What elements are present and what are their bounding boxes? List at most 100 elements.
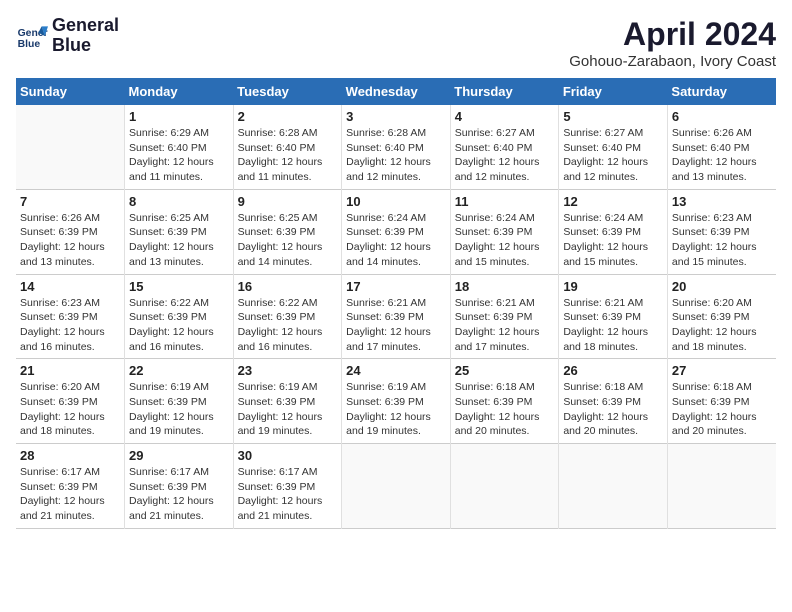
week-row-4: 21 Sunrise: 6:20 AMSunset: 6:39 PMDaylig… [16,359,776,444]
day-number: 3 [346,109,446,124]
day-cell: 4 Sunrise: 6:27 AMSunset: 6:40 PMDayligh… [450,105,559,189]
title-area: April 2024 Gohouo-Zarabaon, Ivory Coast [569,16,776,70]
logo-text: General Blue [52,16,119,56]
day-cell: 1 Sunrise: 6:29 AMSunset: 6:40 PMDayligh… [125,105,234,189]
day-info: Sunrise: 6:23 AMSunset: 6:39 PMDaylight:… [20,297,105,353]
day-cell: 21 Sunrise: 6:20 AMSunset: 6:39 PMDaylig… [16,359,125,444]
day-info: Sunrise: 6:20 AMSunset: 6:39 PMDaylight:… [672,297,757,353]
week-row-3: 14 Sunrise: 6:23 AMSunset: 6:39 PMDaylig… [16,274,776,359]
day-info: Sunrise: 6:19 AMSunset: 6:39 PMDaylight:… [129,381,214,437]
day-number: 19 [563,279,663,294]
logo-line1: General [52,16,119,36]
day-cell: 11 Sunrise: 6:24 AMSunset: 6:39 PMDaylig… [450,189,559,274]
day-number: 13 [672,194,772,209]
day-info: Sunrise: 6:22 AMSunset: 6:39 PMDaylight:… [129,297,214,353]
day-info: Sunrise: 6:26 AMSunset: 6:40 PMDaylight:… [672,127,757,183]
day-cell: 29 Sunrise: 6:17 AMSunset: 6:39 PMDaylig… [125,444,234,529]
day-cell: 17 Sunrise: 6:21 AMSunset: 6:39 PMDaylig… [342,274,451,359]
day-info: Sunrise: 6:25 AMSunset: 6:39 PMDaylight:… [238,212,323,268]
day-info: Sunrise: 6:17 AMSunset: 6:39 PMDaylight:… [20,466,105,522]
day-cell [559,444,668,529]
day-number: 23 [238,363,338,378]
day-number: 29 [129,448,229,463]
subtitle: Gohouo-Zarabaon, Ivory Coast [569,53,776,70]
day-cell: 25 Sunrise: 6:18 AMSunset: 6:39 PMDaylig… [450,359,559,444]
day-cell: 3 Sunrise: 6:28 AMSunset: 6:40 PMDayligh… [342,105,451,189]
day-number: 11 [455,194,555,209]
day-number: 26 [563,363,663,378]
col-header-friday: Friday [559,78,668,105]
day-info: Sunrise: 6:22 AMSunset: 6:39 PMDaylight:… [238,297,323,353]
col-header-monday: Monday [125,78,234,105]
day-number: 14 [20,279,120,294]
day-cell: 13 Sunrise: 6:23 AMSunset: 6:39 PMDaylig… [667,189,776,274]
day-number: 9 [238,194,338,209]
day-number: 28 [20,448,120,463]
day-cell [450,444,559,529]
day-number: 6 [672,109,772,124]
day-number: 22 [129,363,229,378]
day-number: 5 [563,109,663,124]
day-number: 25 [455,363,555,378]
svg-text:Blue: Blue [18,39,41,50]
day-cell: 19 Sunrise: 6:21 AMSunset: 6:39 PMDaylig… [559,274,668,359]
day-info: Sunrise: 6:20 AMSunset: 6:39 PMDaylight:… [20,381,105,437]
calendar-header: SundayMondayTuesdayWednesdayThursdayFrid… [16,78,776,105]
day-number: 30 [238,448,338,463]
day-number: 16 [238,279,338,294]
day-cell: 18 Sunrise: 6:21 AMSunset: 6:39 PMDaylig… [450,274,559,359]
logo: General Blue General Blue [16,16,119,56]
day-cell: 28 Sunrise: 6:17 AMSunset: 6:39 PMDaylig… [16,444,125,529]
day-cell: 22 Sunrise: 6:19 AMSunset: 6:39 PMDaylig… [125,359,234,444]
day-number: 4 [455,109,555,124]
day-info: Sunrise: 6:21 AMSunset: 6:39 PMDaylight:… [346,297,431,353]
day-info: Sunrise: 6:17 AMSunset: 6:39 PMDaylight:… [238,466,323,522]
day-info: Sunrise: 6:28 AMSunset: 6:40 PMDaylight:… [346,127,431,183]
day-number: 15 [129,279,229,294]
header: General Blue General Blue April 2024 Goh… [16,16,776,70]
day-info: Sunrise: 6:27 AMSunset: 6:40 PMDaylight:… [563,127,648,183]
day-cell: 14 Sunrise: 6:23 AMSunset: 6:39 PMDaylig… [16,274,125,359]
day-info: Sunrise: 6:26 AMSunset: 6:39 PMDaylight:… [20,212,105,268]
day-cell: 9 Sunrise: 6:25 AMSunset: 6:39 PMDayligh… [233,189,342,274]
day-cell: 24 Sunrise: 6:19 AMSunset: 6:39 PMDaylig… [342,359,451,444]
day-info: Sunrise: 6:24 AMSunset: 6:39 PMDaylight:… [563,212,648,268]
day-cell: 15 Sunrise: 6:22 AMSunset: 6:39 PMDaylig… [125,274,234,359]
col-header-thursday: Thursday [450,78,559,105]
day-cell: 7 Sunrise: 6:26 AMSunset: 6:39 PMDayligh… [16,189,125,274]
day-cell: 5 Sunrise: 6:27 AMSunset: 6:40 PMDayligh… [559,105,668,189]
day-info: Sunrise: 6:28 AMSunset: 6:40 PMDaylight:… [238,127,323,183]
day-cell: 16 Sunrise: 6:22 AMSunset: 6:39 PMDaylig… [233,274,342,359]
col-header-saturday: Saturday [667,78,776,105]
day-info: Sunrise: 6:21 AMSunset: 6:39 PMDaylight:… [563,297,648,353]
day-info: Sunrise: 6:19 AMSunset: 6:39 PMDaylight:… [238,381,323,437]
day-number: 17 [346,279,446,294]
week-row-5: 28 Sunrise: 6:17 AMSunset: 6:39 PMDaylig… [16,444,776,529]
day-cell: 8 Sunrise: 6:25 AMSunset: 6:39 PMDayligh… [125,189,234,274]
main-title: April 2024 [569,16,776,53]
day-info: Sunrise: 6:24 AMSunset: 6:39 PMDaylight:… [455,212,540,268]
day-number: 12 [563,194,663,209]
week-row-2: 7 Sunrise: 6:26 AMSunset: 6:39 PMDayligh… [16,189,776,274]
day-info: Sunrise: 6:21 AMSunset: 6:39 PMDaylight:… [455,297,540,353]
day-number: 1 [129,109,229,124]
day-info: Sunrise: 6:23 AMSunset: 6:39 PMDaylight:… [672,212,757,268]
day-number: 27 [672,363,772,378]
day-info: Sunrise: 6:27 AMSunset: 6:40 PMDaylight:… [455,127,540,183]
header-row: SundayMondayTuesdayWednesdayThursdayFrid… [16,78,776,105]
week-row-1: 1 Sunrise: 6:29 AMSunset: 6:40 PMDayligh… [16,105,776,189]
day-cell: 20 Sunrise: 6:20 AMSunset: 6:39 PMDaylig… [667,274,776,359]
day-number: 7 [20,194,120,209]
day-info: Sunrise: 6:24 AMSunset: 6:39 PMDaylight:… [346,212,431,268]
day-info: Sunrise: 6:18 AMSunset: 6:39 PMDaylight:… [563,381,648,437]
day-cell: 30 Sunrise: 6:17 AMSunset: 6:39 PMDaylig… [233,444,342,529]
day-number: 20 [672,279,772,294]
col-header-tuesday: Tuesday [233,78,342,105]
logo-line2: Blue [52,36,119,56]
col-header-sunday: Sunday [16,78,125,105]
day-cell: 10 Sunrise: 6:24 AMSunset: 6:39 PMDaylig… [342,189,451,274]
day-cell: 2 Sunrise: 6:28 AMSunset: 6:40 PMDayligh… [233,105,342,189]
day-cell: 27 Sunrise: 6:18 AMSunset: 6:39 PMDaylig… [667,359,776,444]
day-cell [667,444,776,529]
day-info: Sunrise: 6:18 AMSunset: 6:39 PMDaylight:… [455,381,540,437]
